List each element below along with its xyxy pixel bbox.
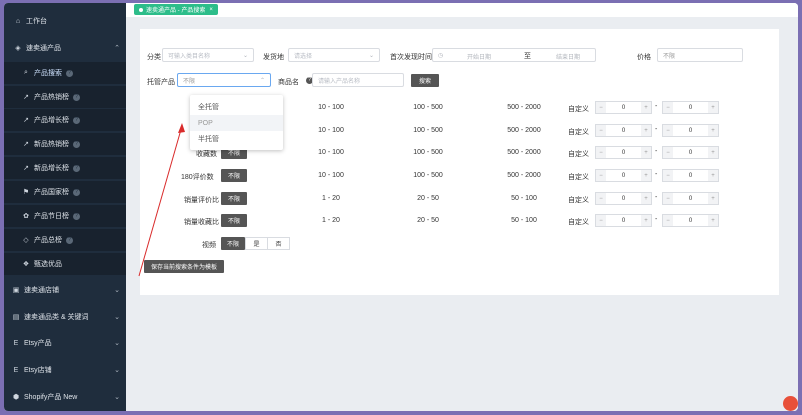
annotation-arrow-icon <box>138 123 185 277</box>
app-window: ⌂ 工作台 ◈ 速卖通产品 ⌃ ⌕ 产品搜索 ? ↗ 产品热销榜 ? ↗ 产品增… <box>4 3 798 411</box>
support-icon[interactable] <box>783 396 798 411</box>
